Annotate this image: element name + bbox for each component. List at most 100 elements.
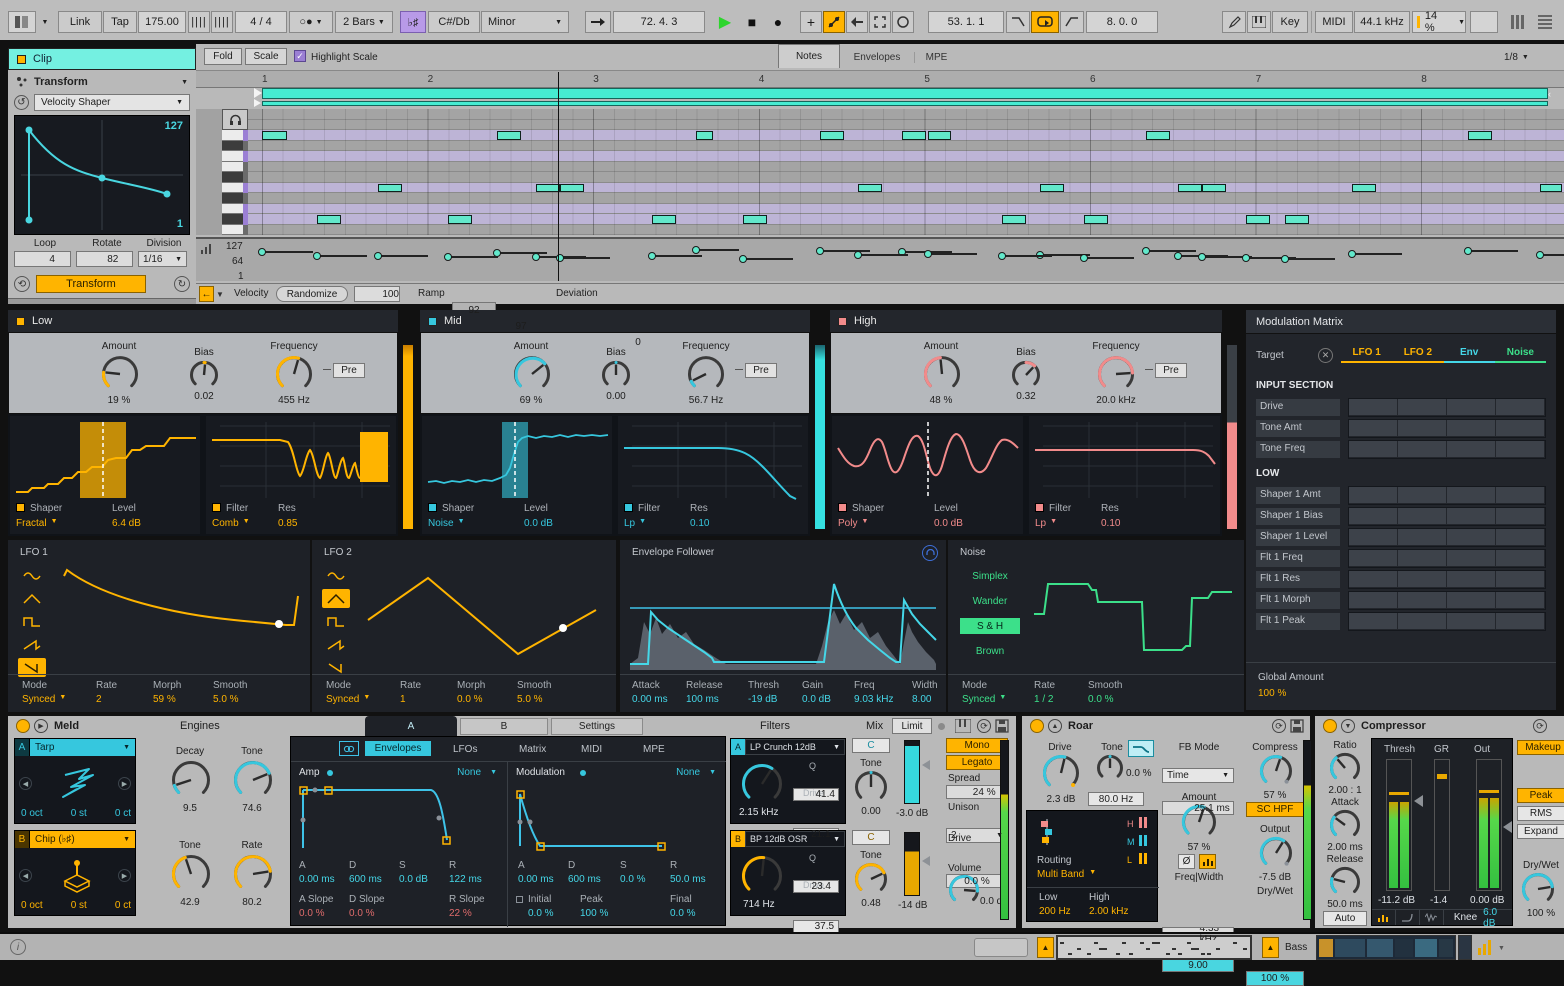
matrix-cell[interactable] (1398, 571, 1447, 588)
tempo-field[interactable]: 175.00 (138, 11, 186, 33)
hot-swap-icon[interactable]: ⟳ (977, 719, 991, 733)
ruler-bar-2[interactable]: 2 (428, 74, 434, 85)
subtab-midi[interactable]: MIDI (581, 744, 602, 755)
filter-a-freq-value[interactable]: 2.15 kHz (739, 807, 778, 818)
meld-tab-settings[interactable]: Settings (551, 718, 643, 735)
save-preset-icon[interactable] (995, 719, 1009, 738)
velocity-shaper-graph[interactable]: 127 1 (14, 115, 190, 235)
lfo2-mode-select[interactable]: Synced▼ (326, 694, 370, 705)
high-shaper-activator-icon[interactable] (838, 503, 847, 512)
meld-tab-a[interactable]: A (365, 716, 457, 736)
high-filter-mode-select[interactable]: Lp▼ (1035, 518, 1093, 529)
release-knob[interactable] (1329, 866, 1361, 903)
loop-value-slider[interactable]: 4 (14, 251, 71, 267)
scale-mode-button[interactable]: Scale (245, 48, 287, 65)
compress-knob[interactable] (1259, 754, 1293, 793)
compressor-activator-icon[interactable] (1323, 719, 1337, 733)
amp-envelope-display[interactable] (295, 782, 503, 856)
midi-note[interactable] (378, 184, 402, 193)
matrix-cell[interactable] (1447, 613, 1496, 630)
low-frequency-value[interactable]: 455 Hz (254, 395, 334, 406)
fb-mode-select[interactable]: Time▼ (1162, 768, 1234, 783)
engine-a-st[interactable]: 0 st (71, 808, 87, 819)
new-midi-track-button[interactable]: + (800, 11, 822, 33)
draw-mode-pencil-icon[interactable] (1222, 11, 1246, 33)
out-value[interactable]: 0.00 dB (1470, 895, 1504, 906)
matrix-target-lfo-1[interactable]: LFO 1 (1341, 347, 1392, 363)
matrix-cell[interactable] (1496, 529, 1545, 546)
grid-row[interactable] (248, 120, 1564, 131)
fb-width-slider[interactable]: 9.00 (1162, 958, 1234, 972)
matrix-cell[interactable] (1447, 420, 1496, 437)
knee-value[interactable]: 6.0 dB (1483, 907, 1512, 929)
high-frequency-value[interactable]: 20.0 kHz (1076, 395, 1156, 406)
compressor-fold-icon[interactable]: ▼ (1341, 719, 1355, 733)
lfo2-rate-value[interactable]: 1 (400, 694, 406, 705)
noise-display[interactable] (1032, 562, 1236, 670)
playhead[interactable] (558, 72, 559, 281)
attack-value[interactable]: 2.00 ms (1321, 842, 1369, 853)
fold-button[interactable]: Fold (204, 48, 242, 65)
thresh-handle[interactable] (1414, 795, 1423, 807)
matrix-cell[interactable] (1349, 613, 1398, 630)
scale-aware-icon[interactable] (955, 719, 971, 738)
velocity-marker[interactable] (313, 252, 321, 260)
grid-row[interactable] (248, 151, 1564, 162)
mid-shaper-activator-icon[interactable] (428, 503, 437, 512)
matrix-row-label[interactable]: Flt 1 Peak (1256, 613, 1340, 630)
velocity-marker[interactable] (998, 252, 1006, 260)
roar-activator-icon[interactable] (1030, 719, 1044, 733)
ruler-bar-8[interactable]: 8 (1421, 74, 1427, 85)
lfo2-wave-icon-1[interactable] (322, 589, 350, 608)
filter-b-freq-value[interactable]: 714 Hz (743, 899, 775, 910)
matrix-cell[interactable] (1496, 571, 1545, 588)
low-res-value[interactable]: 0.85 (278, 518, 297, 529)
mod-sustain[interactable]: 0.0 % (620, 874, 646, 885)
record-button[interactable]: ● (766, 11, 790, 33)
engine-a-decay-value[interactable]: 9.5 (160, 803, 220, 814)
filter-b-q-slider[interactable]: 23.4 (793, 880, 839, 893)
engine-b-rate-value[interactable]: 80.2 (222, 897, 282, 908)
midi-note[interactable] (317, 215, 341, 224)
mix-a-tone-value[interactable]: 0.00 (852, 806, 890, 817)
subtab-envelopes[interactable]: Envelopes (365, 741, 431, 756)
roar-drive-value[interactable]: 2.3 dB (1040, 794, 1082, 805)
engine-b-oct[interactable]: 0 oct (21, 900, 43, 911)
mod-peak[interactable]: 100 % (580, 908, 608, 919)
ruler-bar-3[interactable]: 3 (593, 74, 599, 85)
midi-note[interactable] (262, 131, 287, 140)
mod-slot-select[interactable]: None (676, 767, 700, 778)
matrix-target-env[interactable]: Env (1444, 347, 1495, 363)
midi-map-button[interactable]: MIDI (1315, 11, 1353, 33)
thresh-value[interactable]: -11.2 dB (1378, 895, 1415, 906)
roar-drywet-slider[interactable]: 100 % (1246, 971, 1304, 986)
matrix-row-label[interactable]: Shaper 1 Amt (1256, 487, 1340, 504)
filter-b-freq-knob[interactable] (741, 855, 783, 902)
low-level-value[interactable]: 6.4 dB (112, 518, 141, 529)
tab-envelopes[interactable]: Envelopes (844, 52, 910, 63)
window-layout-icon[interactable] (8, 11, 36, 33)
midi-note[interactable] (560, 184, 584, 193)
clip-tab[interactable]: Clip (8, 48, 196, 70)
matrix-cell[interactable] (1496, 508, 1545, 525)
velocity-marker[interactable] (648, 252, 656, 260)
piano-key[interactable] (222, 204, 243, 215)
lfo1-wave-icon-1[interactable] (18, 589, 46, 608)
mid-filter-mode-select[interactable]: Lp▼ (624, 518, 682, 529)
midi-note[interactable] (858, 184, 882, 193)
unison-select[interactable]: 2▼ (946, 828, 1008, 843)
velocity-marker[interactable] (816, 247, 824, 255)
loop-start-field[interactable]: 53. 1. 1 (928, 11, 1004, 33)
punch-in-icon[interactable] (1006, 11, 1030, 33)
low-filter-display[interactable]: FilterRes Comb▼0.85 (206, 416, 396, 534)
grid-setting[interactable]: 1/8▼ (1504, 52, 1529, 63)
engine-a-tone-value[interactable]: 74.6 (222, 803, 282, 814)
lfo2-wave-icon-2[interactable] (322, 612, 350, 631)
roar-fold-icon[interactable]: ▲ (1048, 719, 1062, 733)
mid-filter-activator-icon[interactable] (624, 503, 633, 512)
ruler-bar-5[interactable]: 5 (924, 74, 930, 85)
velocity-marker[interactable] (1536, 251, 1544, 259)
amp-decay[interactable]: 600 ms (349, 874, 382, 885)
matrix-cell[interactable] (1398, 399, 1447, 416)
mid-filter-display[interactable]: FilterRes Lp▼0.10 (618, 416, 808, 534)
